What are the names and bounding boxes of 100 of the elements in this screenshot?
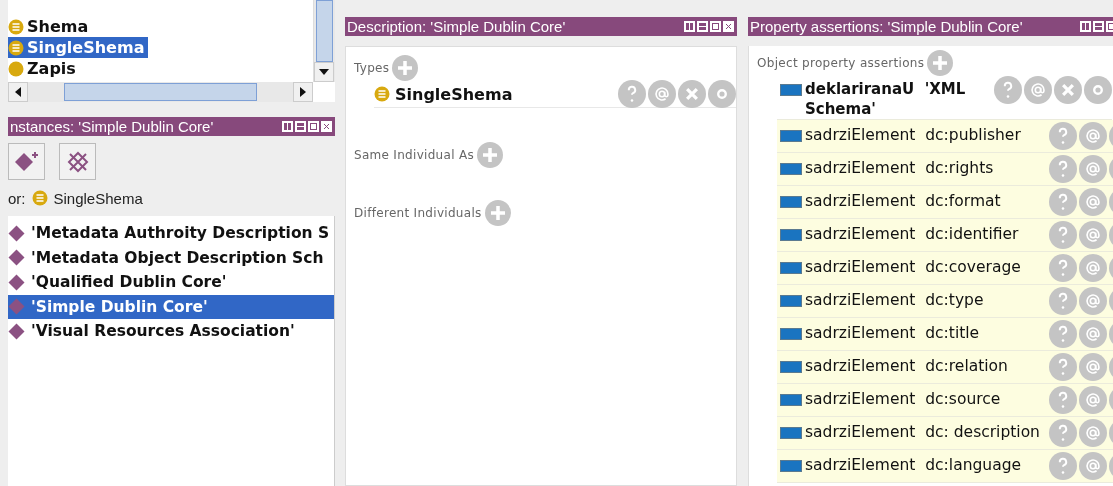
- annotation-button[interactable]: [1079, 254, 1107, 282]
- assertion-text: sadrziElement dc:source: [805, 389, 1001, 409]
- assertion-text: sadrziElement dc:rights: [805, 158, 994, 178]
- help-button[interactable]: [1049, 353, 1077, 381]
- section-label: Same Individual As: [354, 148, 474, 162]
- for-label: or:: [8, 189, 26, 207]
- object-property-icon: [780, 262, 802, 274]
- panel-title: Description: 'Simple Dublin Core': [347, 18, 566, 35]
- maximize-icon[interactable]: [710, 21, 721, 32]
- class-icon: [8, 39, 24, 56]
- individual-icon: [8, 298, 25, 316]
- assertion-text: deklariranaU 'XML Schema': [805, 79, 967, 119]
- individual-item[interactable]: 'Simple Dublin Core': [8, 294, 334, 319]
- annotation-button[interactable]: [1079, 386, 1107, 414]
- maximize-icon[interactable]: [308, 121, 319, 132]
- annotation-button[interactable]: [1079, 122, 1107, 150]
- delete-button[interactable]: [678, 80, 706, 108]
- close-icon[interactable]: [321, 121, 332, 132]
- horizontal-scrollbar[interactable]: [8, 82, 313, 102]
- object-property-icon: [780, 328, 802, 340]
- split-vertical-icon[interactable]: [1080, 21, 1091, 32]
- help-button[interactable]: [1049, 254, 1077, 282]
- add-button[interactable]: [927, 50, 954, 76]
- diamond-plus-icon: [13, 150, 40, 173]
- right-arrow-icon[interactable]: [300, 87, 306, 97]
- split-horizontal-icon[interactable]: [697, 21, 708, 32]
- annotation-button[interactable]: [1079, 353, 1107, 381]
- class-item[interactable]: Shema: [8, 16, 93, 37]
- delete-individual-button[interactable]: [59, 143, 96, 180]
- vertical-scrollbar[interactable]: [313, 0, 335, 82]
- left-arrow-icon[interactable]: [15, 87, 21, 97]
- assertion-text: sadrziElement dc:publisher: [805, 125, 1021, 145]
- class-item[interactable]: SingleShema: [8, 37, 149, 58]
- class-icon: [374, 86, 390, 102]
- help-button[interactable]: [1049, 386, 1077, 414]
- annotation-button[interactable]: [648, 80, 676, 108]
- annotation-button[interactable]: [1079, 419, 1107, 447]
- class-icon: [31, 190, 48, 206]
- assertion-text: sadrziElement dc: description: [805, 422, 1040, 442]
- down-arrow-icon[interactable]: [319, 69, 329, 75]
- help-button[interactable]: [994, 76, 1022, 104]
- object-property-icon: [780, 84, 802, 96]
- annotation-button[interactable]: [1079, 221, 1107, 249]
- section-label: Different Individuals: [354, 206, 482, 220]
- individual-icon: [8, 273, 25, 291]
- assertion-text: sadrziElement dc:type: [805, 290, 984, 310]
- close-icon[interactable]: [723, 21, 734, 32]
- add-button[interactable]: [477, 142, 503, 168]
- annotation-button[interactable]: [1024, 76, 1052, 104]
- add-button[interactable]: [484, 200, 511, 226]
- object-property-icon: [780, 295, 802, 307]
- help-button[interactable]: [1049, 320, 1077, 348]
- object-property-icon: [780, 394, 802, 406]
- help-button[interactable]: [1049, 287, 1077, 315]
- object-property-icon: [780, 130, 802, 142]
- help-button[interactable]: [1049, 452, 1077, 480]
- assertion-text: sadrziElement dc:relation: [805, 356, 1008, 376]
- help-button[interactable]: [1049, 188, 1077, 216]
- individual-icon: [8, 224, 25, 242]
- individual-item[interactable]: 'Qualified Dublin Core': [8, 270, 334, 295]
- class-item[interactable]: Zapis: [8, 58, 80, 79]
- annotation-button[interactable]: [1079, 320, 1107, 348]
- explain-button[interactable]: [1084, 76, 1112, 104]
- object-property-icon: [780, 229, 802, 241]
- object-property-icon: [780, 196, 802, 208]
- for-class: SingleShema: [53, 189, 143, 207]
- help-button[interactable]: [1049, 419, 1077, 447]
- panel-title: nstances: 'Simple Dublin Core': [10, 118, 214, 135]
- help-button[interactable]: [1049, 221, 1077, 249]
- split-horizontal-icon[interactable]: [295, 121, 306, 132]
- assertion-text: sadrziElement dc:title: [805, 323, 980, 343]
- annotation-button[interactable]: [1079, 188, 1107, 216]
- split-vertical-icon[interactable]: [684, 21, 695, 32]
- individual-item[interactable]: 'Metadata Authroity Description S: [8, 221, 334, 246]
- panel-title: Property assertions: 'Simple Dublin Core': [750, 18, 1023, 35]
- help-button[interactable]: [1049, 122, 1077, 150]
- delete-button[interactable]: [1054, 76, 1082, 104]
- annotation-button[interactable]: [1079, 155, 1107, 183]
- annotation-button[interactable]: [1079, 287, 1107, 315]
- add-individual-button[interactable]: [8, 143, 45, 180]
- split-vertical-icon[interactable]: [282, 121, 293, 132]
- assertion-text: sadrziElement dc:coverage: [805, 257, 1021, 277]
- split-horizontal-icon[interactable]: [1093, 21, 1104, 32]
- individual-item[interactable]: 'Metadata Object Description Sch: [8, 245, 334, 270]
- object-property-icon: [780, 163, 802, 175]
- help-button[interactable]: [1049, 155, 1077, 183]
- assertion-text: sadrziElement dc:identifier: [805, 224, 1019, 244]
- object-property-icon: [780, 427, 802, 439]
- crossed-diamond-icon: [65, 149, 90, 174]
- add-button[interactable]: [392, 55, 419, 81]
- type-entry: SingleShema: [395, 84, 513, 104]
- explain-button[interactable]: [708, 80, 736, 108]
- help-button[interactable]: [618, 80, 646, 108]
- object-property-icon: [780, 460, 802, 472]
- annotation-button[interactable]: [1079, 452, 1107, 480]
- individual-item[interactable]: 'Visual Resources Association': [8, 319, 334, 344]
- object-property-icon: [780, 361, 802, 373]
- section-label: Object property assertions: [757, 56, 925, 70]
- assertion-text: sadrziElement dc:language: [805, 455, 1021, 475]
- assertion-text: sadrziElement dc:format: [805, 191, 1001, 211]
